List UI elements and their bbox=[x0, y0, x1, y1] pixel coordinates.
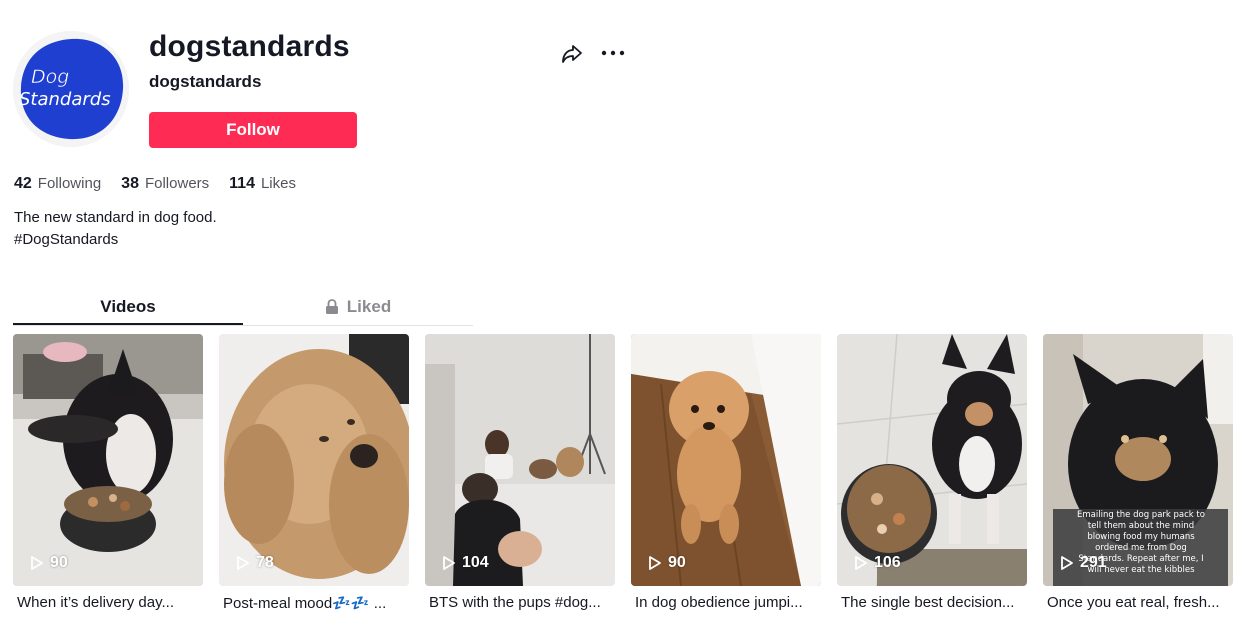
video-card[interactable]: 104 BTS with the pups #dog... bbox=[425, 334, 615, 612]
view-count: 291 bbox=[1060, 554, 1107, 572]
video-thumbnail[interactable]: 78 bbox=[219, 334, 409, 586]
thumbnail-overlay-text: Emailing the dog park pack to tell them … bbox=[1077, 510, 1205, 575]
profile-unique-id: dogstandards bbox=[149, 30, 350, 63]
video-grid: 90 When it’s delivery day... 78 Post-mea… bbox=[13, 334, 1233, 612]
profile-nickname: dogstandards bbox=[149, 72, 262, 91]
following-count: 42 bbox=[14, 175, 32, 192]
video-caption[interactable]: BTS with the pups #dog... bbox=[425, 594, 615, 611]
video-caption[interactable]: When it’s delivery day... bbox=[13, 594, 203, 611]
tab-videos[interactable]: Videos bbox=[13, 290, 243, 325]
view-count: 104 bbox=[442, 554, 489, 572]
followers-count: 38 bbox=[121, 175, 139, 192]
view-count-value: 104 bbox=[462, 554, 489, 571]
video-card[interactable]: 90 When it’s delivery day... bbox=[13, 334, 203, 612]
view-count-value: 106 bbox=[874, 554, 901, 571]
tab-liked-label: Liked bbox=[346, 297, 392, 316]
profile-tabs: Videos Liked bbox=[13, 290, 473, 326]
profile-avatar: Dog Standards bbox=[13, 31, 129, 147]
likes-stat: 114 Likes bbox=[229, 175, 296, 193]
followers-label: Followers bbox=[144, 175, 210, 192]
video-caption[interactable]: Post-meal mood💤💤 ... bbox=[219, 594, 409, 612]
more-icon[interactable] bbox=[600, 41, 626, 65]
video-card[interactable]: 106 The single best decision... bbox=[837, 334, 1027, 612]
view-count: 106 bbox=[854, 554, 901, 572]
share-icon[interactable] bbox=[560, 41, 584, 65]
video-thumbnail-image bbox=[425, 334, 615, 586]
video-thumbnail-image bbox=[219, 334, 409, 586]
video-thumbnail[interactable]: 106 bbox=[837, 334, 1027, 586]
following-stat[interactable]: 42 Following bbox=[14, 175, 101, 193]
play-icon bbox=[237, 556, 249, 570]
avatar-logo: Dog Standards bbox=[13, 31, 129, 147]
view-count: 90 bbox=[648, 554, 686, 572]
video-caption[interactable]: Once you eat real, fresh... bbox=[1043, 594, 1233, 611]
bio-hashtag[interactable]: #DogStandards bbox=[14, 229, 217, 251]
video-thumbnail[interactable]: 90 bbox=[631, 334, 821, 586]
video-thumbnail-image bbox=[13, 334, 203, 586]
video-thumbnail[interactable]: 104 bbox=[425, 334, 615, 586]
likes-label: Likes bbox=[260, 175, 296, 192]
svg-text:Standards: Standards bbox=[19, 89, 111, 110]
play-icon bbox=[649, 556, 661, 570]
bio-line: The new standard in dog food. bbox=[14, 209, 217, 226]
video-card[interactable]: 90 In dog obedience jumpi... bbox=[631, 334, 821, 612]
svg-text:Dog: Dog bbox=[31, 66, 69, 88]
play-icon bbox=[443, 556, 455, 570]
profile-bio: The new standard in dog food. #DogStanda… bbox=[14, 207, 217, 251]
view-count: 78 bbox=[236, 554, 274, 572]
video-card[interactable]: Emailing the dog park pack to tell them … bbox=[1043, 334, 1233, 612]
lock-icon bbox=[325, 299, 338, 314]
follow-button[interactable]: Follow bbox=[149, 112, 357, 148]
play-icon bbox=[855, 556, 867, 570]
view-count-value: 90 bbox=[668, 554, 686, 571]
view-count-value: 78 bbox=[256, 554, 274, 571]
video-caption[interactable]: In dog obedience jumpi... bbox=[631, 594, 821, 611]
followers-stat[interactable]: 38 Followers bbox=[121, 175, 209, 193]
video-thumbnail[interactable]: 90 bbox=[13, 334, 203, 586]
play-icon bbox=[1061, 556, 1073, 570]
video-card[interactable]: 78 Post-meal mood💤💤 ... bbox=[219, 334, 409, 612]
likes-count: 114 bbox=[229, 175, 255, 192]
tab-liked[interactable]: Liked bbox=[243, 290, 473, 324]
view-count-value: 291 bbox=[1080, 554, 1107, 571]
video-thumbnail-image bbox=[837, 334, 1027, 586]
play-icon bbox=[31, 556, 43, 570]
view-count-value: 90 bbox=[50, 554, 68, 571]
following-label: Following bbox=[37, 175, 102, 192]
video-thumbnail[interactable]: Emailing the dog park pack to tell them … bbox=[1043, 334, 1233, 586]
video-thumbnail-image bbox=[631, 334, 821, 586]
profile-stats: 42 Following 38 Followers 114 Likes bbox=[14, 175, 316, 193]
view-count: 90 bbox=[30, 554, 68, 572]
video-caption[interactable]: The single best decision... bbox=[837, 594, 1027, 611]
